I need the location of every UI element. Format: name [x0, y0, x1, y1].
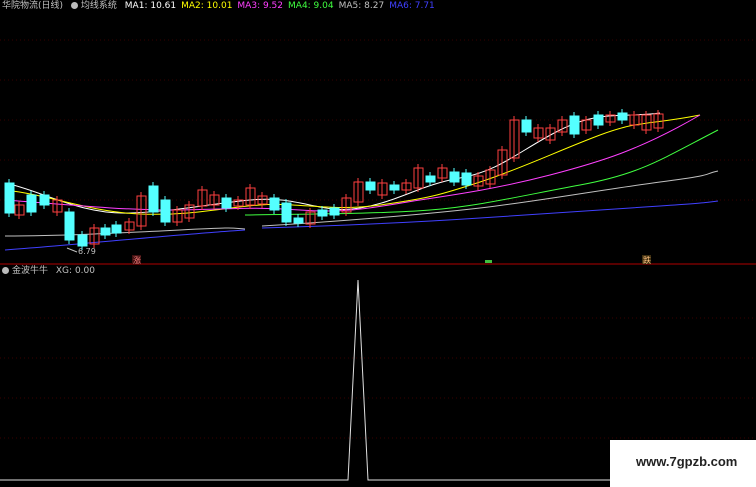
candle-body [461, 172, 472, 186]
grid-lines [0, 39, 756, 439]
candle-body [77, 234, 88, 247]
candle-body [100, 227, 111, 236]
indicator-name[interactable]: 均线系统 [70, 1, 117, 11]
candle-body [317, 209, 328, 217]
candle-body [281, 202, 292, 223]
ma-readout-3: MA3: 9.52 [237, 1, 284, 11]
ma-readout-6: MA6: 7.71 [389, 1, 435, 11]
candle-body [329, 207, 340, 216]
watermark-text: www.7gpzb.com [636, 454, 738, 469]
candle-body [521, 119, 532, 133]
candle-body [39, 194, 50, 206]
candle-body [617, 112, 628, 121]
candle-body [365, 181, 376, 191]
ma-readout-2: MA2: 10.01 [181, 1, 233, 11]
settings-icon[interactable] [70, 2, 78, 9]
sell-mark: 跌 [643, 255, 651, 265]
candlesticks [4, 109, 664, 250]
ma-readout-4: MA4: 9.04 [288, 1, 334, 11]
sub-indicator-name[interactable]: 金波牛牛 [2, 266, 48, 276]
candle-body [64, 211, 75, 241]
candle-body [293, 217, 304, 224]
ma-line-3 [4, 114, 701, 212]
candle-body [111, 224, 122, 234]
candle-body [4, 182, 15, 214]
low-price-label: 6.79 [78, 247, 96, 256]
candle-body [389, 184, 400, 191]
watermark-box: www.7gpzb.com [610, 440, 756, 487]
candle-body [221, 197, 232, 209]
candle-body [26, 194, 37, 213]
settings-icon[interactable] [2, 267, 9, 274]
ma-values: MA1: 10.61 MA2: 10.01 MA3: 9.52 MA4: 9.04 MA… [125, 1, 440, 11]
low-price-pointer [66, 247, 78, 253]
ma-readout-5: MA5: 8.27 [338, 1, 385, 11]
volume-mark [485, 260, 492, 263]
candle-body [449, 171, 460, 183]
sub-header: 金波牛牛 XG: 0.00 [2, 266, 100, 277]
candle-body [269, 197, 280, 211]
stock-name[interactable]: 华院物流(日线) [2, 1, 63, 11]
candle-body [569, 115, 580, 135]
stock-chart[interactable]: 6.79 涨 跌 [0, 0, 756, 487]
candle-body [160, 199, 171, 223]
candle-body [425, 175, 436, 183]
candle-body [593, 114, 604, 126]
candle-body [148, 185, 159, 213]
main-header: 华院物流(日线) 均线系统 MA1: 10.61 MA2: 10.01 MA3: 9… [2, 1, 445, 12]
xg-readout: XG: 0.00 [55, 266, 95, 276]
ma-readout-1: MA1: 10.61 [124, 1, 177, 11]
ma-line-2 [4, 114, 701, 215]
buy-mark: 涨 [133, 255, 141, 265]
